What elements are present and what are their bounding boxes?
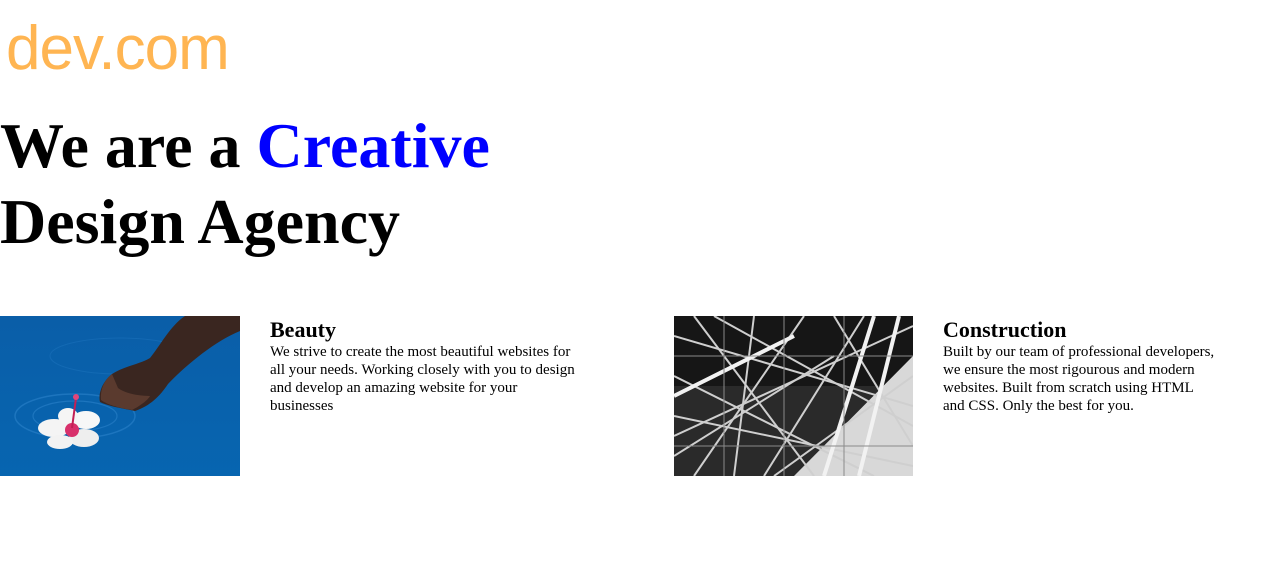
beauty-image <box>0 316 240 476</box>
beauty-card: Beauty We strive to create the most beau… <box>270 316 580 415</box>
headline-accent-word: Creative <box>256 110 490 181</box>
site-logo[interactable]: dev.com <box>6 14 230 84</box>
headline-line2: Design Agency <box>0 186 400 257</box>
construction-image <box>674 316 913 476</box>
card-title: Construction <box>943 317 1067 342</box>
card-text: We strive to create the most beautiful w… <box>270 344 575 414</box>
card-title: Beauty <box>270 317 336 342</box>
headline-prefix: We are a <box>0 110 257 181</box>
construction-card: Construction Built by our team of profes… <box>943 316 1218 415</box>
hero-headline: We are a Creative Design Agency <box>0 108 560 260</box>
card-text: Built by our team of professional develo… <box>943 344 1215 414</box>
